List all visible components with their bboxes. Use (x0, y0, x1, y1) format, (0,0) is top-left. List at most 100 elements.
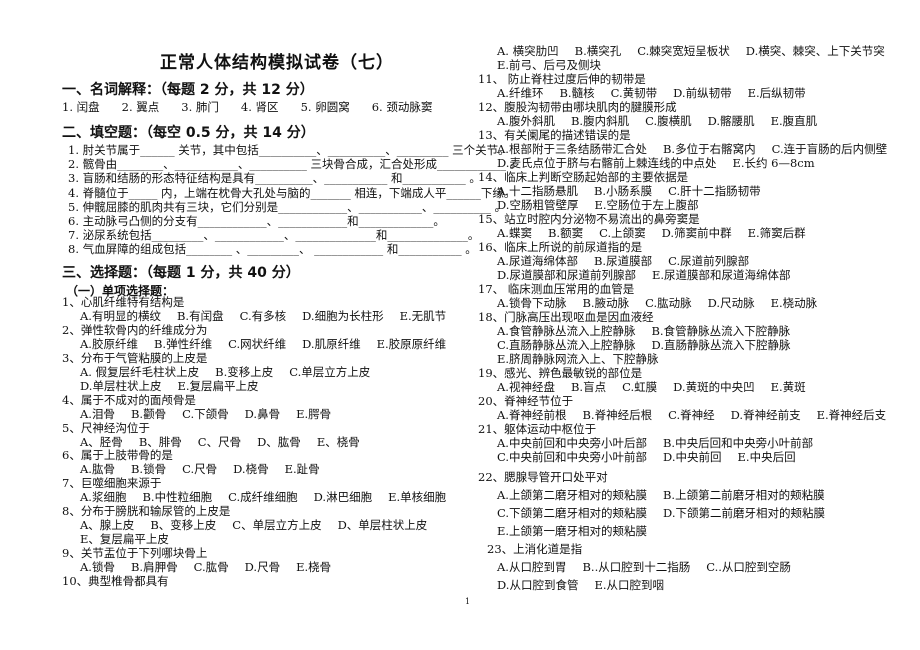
answer-option: E.脊神经后支 (816, 408, 887, 422)
answer-option: C、单层立方上皮 (232, 518, 322, 533)
option-row: E、复层扁平上皮 (80, 532, 185, 546)
question-stem: 11、 防止脊柱过度后伸的韧带是 (478, 72, 646, 86)
exam-title: 正常人体结构模拟试卷（七） (160, 53, 394, 73)
answer-option: C.肝十二指肠韧带 (668, 184, 761, 198)
answer-option: D.尺骨 (244, 560, 281, 575)
answer-option: B.食管静脉丛流入下腔静脉 (651, 324, 791, 338)
answer-option: A.十二指肠悬肌 (497, 184, 578, 198)
fill-blank-item: 7. 泌尿系统包括_________、____________、________… (68, 228, 480, 243)
answer-option: E.从口腔到咽 (594, 578, 665, 592)
option-row: E.上颌第一磨牙相对的颊粘膜 (497, 524, 663, 538)
answer-option: C.黄韧带 (610, 86, 658, 100)
answer-option: A、腺上皮 (80, 518, 135, 533)
option-row: D.空肠粗管壁厚 E.空肠位于左上腹部 (497, 198, 715, 212)
term-item: 5. 卵圆窝 (300, 100, 350, 114)
answer-option: C.棘突宽短呈板状 (637, 44, 730, 58)
answer-option: A.锁骨下动脉 (497, 296, 567, 310)
question-stem: 20、脊神经节位于 (478, 394, 574, 408)
fill-blank-item: 2. 髋骨由________、___________、__________ 三块… (68, 157, 522, 172)
answer-option: C..从口腔到空肠 (706, 560, 791, 574)
answer-option: D.空肠粗管壁厚 (497, 198, 579, 212)
answer-option: D.黄斑的中央凹 (673, 380, 755, 394)
option-row: D.麦氏点位于脐与右髂前上棘连线的中点处 E.长约 6—8cm (497, 156, 831, 170)
answer-option: A.食管静脉丛流入上腔静脉 (497, 324, 636, 338)
page-number: 1 (465, 597, 471, 606)
fill-blank-item: 8. 气血屏障的组成包括________ 、_________、 _______… (68, 242, 477, 257)
answer-option: D.鼻骨 (244, 406, 281, 421)
question-stem: 19、感光、辨色最敏锐的部位是 (478, 366, 643, 380)
answer-option: E.单核细胞 (388, 490, 447, 505)
answer-option: A.纤维环 (497, 86, 544, 100)
answer-option: C.尿道前列腺部 (668, 254, 750, 268)
option-row: A、胫骨 B、腓骨 C、尺骨 D、肱骨 E、桡骨 (80, 435, 376, 449)
option-row: A.锁骨 B.肩胛骨 C.肱骨 D.尺骨 E.桡骨 (80, 560, 347, 574)
option-row: A.根部附于三条结肠带汇合处 B.多位于右髂窝内 C.连于盲肠的后内侧壁 (497, 142, 903, 156)
term-item: 6. 颈动脉窦 (371, 100, 433, 114)
answer-option: D.直肠静脉丛流入下腔静脉 (651, 338, 791, 352)
answer-option: C.脊神经 (668, 408, 715, 422)
answer-option: B.多位于右髂窝内 (662, 142, 756, 156)
answer-option: B、变移上皮 (150, 518, 217, 533)
option-row: A.纤维环 B.髓核 C.黄韧带 D.前纵韧带 E.后纵韧带 (497, 86, 822, 100)
answer-option: E.无肌节 (399, 308, 447, 323)
question-stem: 4、属于不成对的面颅骨是 (62, 392, 196, 407)
section1-heading: 一、名词解释：（每题 2 分，共 12 分） (62, 82, 314, 98)
answer-option: B.中央后回和中央旁小叶前部 (662, 436, 814, 450)
term-list: 1. 闰盘 2. 翼点 3. 肺门 4. 肾区 5. 卵圆窝 6. 颈动脉窦 (62, 100, 454, 114)
answer-option: B.盲点 (570, 380, 607, 394)
question-stem: 22、腮腺导管开口处平对 (478, 470, 608, 484)
question-stem: 5、尺神经沟位于 (62, 420, 150, 435)
answer-option: B.变移上皮 (215, 364, 274, 379)
answer-option: A、胫骨 (80, 434, 123, 449)
answer-option: D.下颌第二前磨牙相对的颊粘膜 (663, 506, 826, 520)
question-stem: 17、 临床测血压常用的血管是 (478, 282, 635, 296)
question-stem: 8、分布于膀胱和输尿管的上皮是 (62, 504, 231, 519)
answer-option: B.弹性纤维 (153, 336, 213, 351)
option-row: A.中央前回和中央旁小叶后部 B.中央后回和中央旁小叶前部 (497, 436, 829, 450)
answer-option: E.尿道膜部和尿道海绵体部 (651, 268, 791, 282)
option-row: D.单层柱状上皮 E.复层扁平上皮 (80, 379, 275, 393)
question-stem: 14、临床上判断空肠起始部的主要依据是 (478, 170, 689, 184)
question-stem: 3、分布于气管粘膜的上皮是 (62, 350, 208, 365)
answer-option: B.小肠系膜 (593, 184, 653, 198)
fill-blank-item: 1. 肘关节属于______ 关节，其中包括__________、_______… (68, 143, 510, 157)
option-row: A.视神经盘 B.盲点 C.虹膜 D.黄斑的中央凹 E.黄斑 (497, 380, 822, 394)
answer-option: E.筛窦后群 (747, 226, 806, 240)
answer-option: C.上颌窦 (599, 226, 646, 240)
option-row: A.浆细胞 B.中性粒细胞 C.成纤维细胞 D.淋巴细胞 E.单核细胞 (80, 490, 462, 504)
answer-option: D.前纵韧带 (673, 86, 732, 100)
answer-option: A.浆细胞 (80, 490, 127, 505)
answer-option: E.空肠位于左上腹部 (594, 198, 699, 212)
answer-option: C.连于盲肠的后内侧壁 (771, 142, 888, 156)
answer-option: B.脊神经后根 (582, 408, 653, 422)
answer-option: A.蝶窦 (497, 226, 532, 240)
option-row: A.上颌第二磨牙相对的颊粘膜 B.上颌第二前磨牙相对的颊粘膜 (497, 488, 841, 502)
option-row: A、腺上皮 B、变移上皮 C、单层立方上皮 D、单层柱状上皮 (80, 518, 443, 532)
option-row: D.从口腔到食管 E.从口腔到咽 (497, 578, 680, 592)
answer-option: D、肱骨 (257, 434, 301, 449)
answer-option: B.腹内斜肌 (570, 114, 630, 128)
option-row: A.有明显的横纹 B.有闰盘 C.有多核 D.细胞为长柱形 E.无肌节 (80, 309, 462, 323)
fill-blank-item: 4. 脊髓位于_____ 内，上端在枕骨大孔处与脑的_______ 相连，下端成… (68, 185, 516, 200)
answer-option: B.髓核 (559, 86, 595, 100)
question-stem: 18、门脉高压出现呕血是因血液经 (478, 310, 654, 324)
answer-option: A. 假复层纤毛柱状上皮 (80, 364, 200, 379)
answer-option: A.锁骨 (80, 560, 115, 575)
answer-option: D、单层柱状上皮 (337, 518, 428, 533)
answer-option: C.尺骨 (182, 462, 218, 477)
answer-option: A.上颌第二磨牙相对的颊粘膜 (497, 488, 647, 502)
answer-option: E、复层扁平上皮 (80, 532, 169, 547)
option-row: A.从口腔到胃 B..从口腔到十二指肠 C..从口腔到空肠 (497, 560, 807, 574)
answer-option: E、桡骨 (316, 434, 360, 449)
question-stem: 13、有关阑尾的描述错误的是 (478, 128, 631, 142)
question-stem: 10、典型椎骨都具有 (62, 574, 169, 588)
answer-option: E.腭骨 (296, 406, 332, 421)
answer-option: A.尿道海绵体部 (497, 254, 578, 268)
answer-option: B.上颌第二前磨牙相对的颊粘膜 (662, 488, 825, 502)
answer-option: C.下颌骨 (182, 406, 229, 421)
answer-option: A.有明显的横纹 (80, 308, 161, 323)
answer-option: A.脊神经前根 (497, 408, 567, 422)
answer-option: C.网状纤维 (228, 336, 287, 351)
answer-option: E.腹直肌 (770, 114, 818, 128)
answer-option: D.细胞为长柱形 (302, 308, 384, 323)
